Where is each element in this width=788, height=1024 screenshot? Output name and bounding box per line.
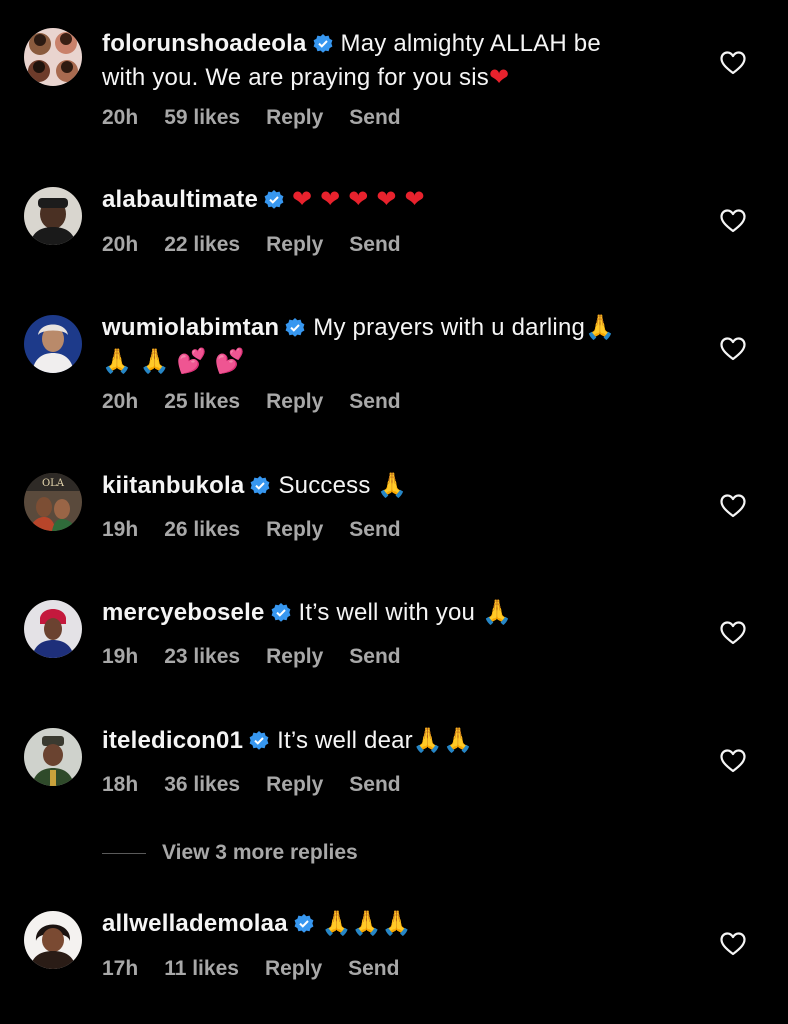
send-button[interactable]: Send [349,390,400,413]
heart-outline-icon[interactable] [720,621,748,647]
reply-button[interactable]: Reply [266,106,323,129]
pray-emoji: 🙏 [481,598,513,626]
comment-text: My prayers with u darling [313,314,586,341]
likes-count[interactable]: 36 likes [164,773,240,796]
avatar[interactable] [24,315,82,373]
reply-button[interactable]: Reply [266,645,323,668]
username[interactable]: wumiolabimtan [102,314,279,341]
send-button[interactable]: Send [349,773,400,796]
avatar[interactable] [24,600,82,658]
send-button[interactable]: Send [349,518,400,541]
heart-emoji: ❤ [488,63,510,91]
comment-text: with you. We are praying for you sis [102,64,489,91]
send-button[interactable]: Send [349,106,400,129]
divider [102,852,146,854]
pray-emoji: 🙏 [585,313,616,341]
comment-text: Success [278,472,371,499]
avatar-image [24,315,82,373]
pray-emoji: 🙏 [377,471,408,499]
view-more-replies-button[interactable]: View 3 more replies [102,841,358,865]
avatar-image [24,600,82,658]
verified-badge-icon [249,728,269,759]
avatar[interactable] [24,187,82,245]
reply-button[interactable]: Reply [266,518,323,541]
heart-outline-icon[interactable] [720,209,748,235]
comment-time: 17h [102,957,139,980]
comment-text: It’s well with you [298,599,476,626]
avatar[interactable] [24,728,82,786]
username[interactable]: kiitanbukola [102,472,244,499]
svg-text:OLA: OLA [42,478,65,489]
username[interactable]: iteledicon01 [102,727,243,754]
heart-outline-icon[interactable] [720,932,748,958]
verified-badge-icon [264,187,284,218]
reply-button[interactable]: Reply [265,957,322,980]
avatar-image [24,728,82,786]
avatar-image [24,187,82,245]
two-hearts-emoji: 💕 💕 [176,347,245,375]
pray-emoji: 🙏 🙏 [102,347,170,375]
heart-outline-icon[interactable] [720,51,748,77]
reply-button[interactable]: Reply [266,390,323,413]
comment-time: 20h [102,106,139,129]
likes-count[interactable]: 11 likes [164,957,239,980]
verified-badge-icon [250,473,270,504]
likes-count[interactable]: 23 likes [164,645,240,668]
avatar[interactable] [24,911,82,969]
likes-count[interactable]: 25 likes [164,390,240,413]
avatar-collage-image [24,28,82,86]
likes-count[interactable]: 26 likes [164,518,240,541]
comment-time: 18h [102,773,139,796]
heart-emoji: ❤ ❤ ❤ ❤ ❤ [292,185,425,213]
comment-time: 19h [102,518,139,541]
pray-emoji: 🙏🙏🙏 [321,909,413,937]
avatar-image: OLA [24,473,82,531]
heart-outline-icon[interactable] [720,337,748,363]
heart-outline-icon[interactable] [720,749,748,775]
comment-time: 20h [102,390,139,413]
comment-time: 19h [102,645,139,668]
username[interactable]: folorunshoadeola [102,30,307,57]
reply-button[interactable]: Reply [266,773,323,796]
send-button[interactable]: Send [349,645,400,668]
send-button[interactable]: Send [349,233,400,256]
avatar[interactable] [24,28,82,86]
comment-text: May almighty ALLAH be [340,30,601,57]
verified-badge-icon [271,600,291,631]
username[interactable]: allwellademolaa [102,910,288,937]
comment-text: It’s well dear [277,727,413,754]
verified-badge-icon [294,911,314,942]
avatar-image [24,911,82,969]
verified-badge-icon [285,315,305,346]
likes-count[interactable]: 59 likes [164,106,240,129]
heart-outline-icon[interactable] [720,494,748,520]
likes-count[interactable]: 22 likes [164,233,240,256]
verified-badge-icon [313,31,333,62]
pray-emoji: 🙏🙏 [412,726,474,754]
send-button[interactable]: Send [348,957,399,980]
username[interactable]: mercyebosele [102,599,265,626]
comment-time: 20h [102,233,139,256]
avatar[interactable]: OLA [24,473,82,531]
username[interactable]: alabaultimate [102,186,258,213]
reply-button[interactable]: Reply [266,233,323,256]
view-more-replies-label: View 3 more replies [162,841,358,864]
